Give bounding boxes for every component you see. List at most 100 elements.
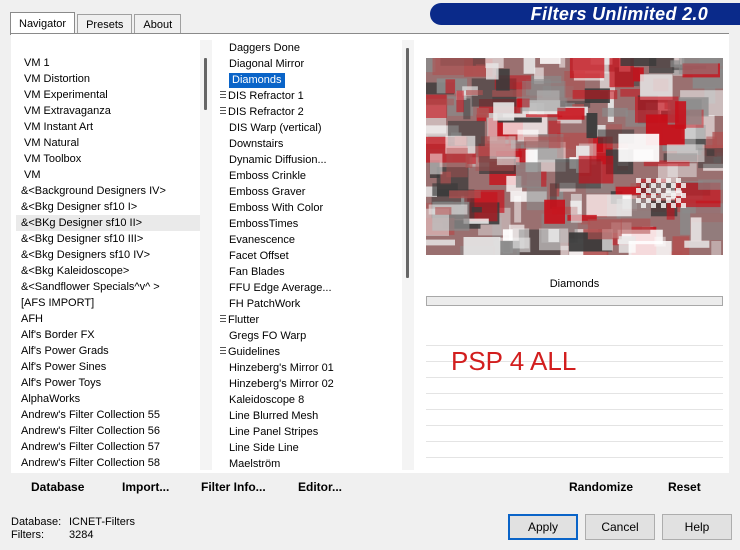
filter-item-label: Emboss Graver bbox=[229, 186, 306, 198]
category-item[interactable]: &<BKg Designer sf10 II> bbox=[16, 215, 202, 231]
category-item[interactable]: Andrew's Filter Collection 57 bbox=[16, 439, 202, 455]
category-item[interactable]: VM Extravaganza bbox=[16, 103, 202, 119]
param-row-divider bbox=[426, 409, 723, 410]
filter-row[interactable]: Evanescence bbox=[217, 232, 401, 248]
category-item[interactable]: Alf's Border FX bbox=[16, 327, 202, 343]
category-item[interactable]: &<Background Designers IV> bbox=[16, 183, 202, 199]
category-scrollbar[interactable] bbox=[200, 40, 212, 470]
category-item[interactable]: AFH bbox=[16, 311, 202, 327]
database-button[interactable]: Database bbox=[31, 480, 84, 496]
filter-row[interactable]: Line Side Line bbox=[217, 440, 401, 456]
filter-row[interactable]: Fan Blades bbox=[217, 264, 401, 280]
filter-row[interactable]: Guidelines bbox=[217, 344, 401, 360]
filter-row[interactable]: Downstairs bbox=[217, 136, 401, 152]
category-item[interactable]: [AFS IMPORT] bbox=[16, 295, 202, 311]
filter-row[interactable]: DIS Refractor 1 bbox=[217, 88, 401, 104]
filter-row[interactable]: Maelström bbox=[217, 456, 401, 470]
category-item[interactable]: Andrew's Filter Collection 56 bbox=[16, 423, 202, 439]
filter-list[interactable]: Daggers Done Diagonal Mirror Diamonds DIS R… bbox=[217, 40, 401, 470]
category-item[interactable]: VM Natural bbox=[16, 135, 202, 151]
category-item[interactable]: &<Bkg Designers sf10 IV> bbox=[16, 247, 202, 263]
filter-row[interactable]: EmbossTimes bbox=[217, 216, 401, 232]
filter-row[interactable]: DIS Warp (vertical) bbox=[217, 120, 401, 136]
category-item[interactable]: &<Bkg Kaleidoscope> bbox=[16, 263, 202, 279]
import-button-label: Import... bbox=[122, 480, 170, 494]
filter-item-label: Emboss With Color bbox=[229, 202, 324, 214]
param-row-divider bbox=[426, 457, 723, 458]
database-button-label: Database bbox=[31, 480, 85, 494]
filter-item-label: DIS Refractor 2 bbox=[228, 106, 304, 118]
filter-scrollbar[interactable] bbox=[402, 40, 414, 470]
category-item[interactable]: VM bbox=[16, 167, 202, 183]
category-item[interactable]: Andrew's Filter Collection 58 bbox=[16, 455, 202, 470]
progress-bar bbox=[426, 296, 723, 306]
filter-row[interactable]: FFU Edge Average... bbox=[217, 280, 401, 296]
category-item[interactable]: VM 1 bbox=[16, 55, 202, 71]
preview-canvas bbox=[426, 58, 723, 255]
randomize-button[interactable]: Randomize bbox=[569, 480, 633, 496]
filter-item-label: FFU Edge Average... bbox=[229, 282, 332, 294]
filter-row[interactable]: Hinzeberg's Mirror 01 bbox=[217, 360, 401, 376]
category-item[interactable]: &<Bkg Designer sf10 III> bbox=[16, 231, 202, 247]
apply-button[interactable]: Apply bbox=[508, 514, 578, 540]
filter-item-label: FH PatchWork bbox=[229, 298, 301, 310]
filter-row[interactable]: Emboss With Color bbox=[217, 200, 401, 216]
current-filter-name: Diamonds bbox=[549, 278, 600, 290]
filter-row[interactable]: Diamonds bbox=[217, 72, 401, 88]
category-list[interactable]: VM 1 VM Distortion VM Experimental VM Extra… bbox=[16, 40, 202, 470]
filter-row[interactable]: Diagonal Mirror bbox=[217, 56, 401, 72]
filter-row[interactable]: DIS Refractor 2 bbox=[217, 104, 401, 120]
cancel-button[interactable]: Cancel bbox=[585, 514, 655, 540]
filter-item-label: Diamonds bbox=[229, 73, 285, 88]
filter-item-label: Kaleidoscope 8 bbox=[229, 394, 305, 406]
filter-row[interactable]: Line Panel Stripes bbox=[217, 424, 401, 440]
category-item[interactable]: Alf's Power Sines bbox=[16, 359, 202, 375]
reset-button-label: Reset bbox=[668, 480, 701, 494]
filter-item-label: Emboss Crinkle bbox=[229, 170, 307, 182]
category-scroll-thumb[interactable] bbox=[204, 58, 207, 110]
editor-button[interactable]: Editor... bbox=[298, 480, 342, 496]
category-item[interactable]: VM Toolbox bbox=[16, 151, 202, 167]
filter-item-label: Flutter bbox=[228, 314, 260, 326]
preset-marker-icon bbox=[220, 91, 226, 100]
database-status-label: Database: bbox=[11, 516, 62, 528]
filter-scroll-thumb[interactable] bbox=[406, 48, 409, 278]
category-item[interactable]: AlphaWorks bbox=[16, 391, 202, 407]
status-info: Database: ICNET-Filters Filters: 3284 bbox=[11, 516, 135, 542]
filter-item-label: Guidelines bbox=[228, 346, 280, 358]
filter-row[interactable]: Facet Offset bbox=[217, 248, 401, 264]
filter-row[interactable]: Daggers Done bbox=[217, 40, 401, 56]
editor-button-label: Editor... bbox=[298, 480, 343, 494]
filter-row[interactable]: Emboss Graver bbox=[217, 184, 401, 200]
tab-navigator[interactable]: Navigator bbox=[10, 12, 76, 35]
category-item[interactable]: Alf's Power Toys bbox=[16, 375, 202, 391]
filter-row[interactable]: Flutter bbox=[217, 312, 401, 328]
filter-row[interactable]: Kaleidoscope 8 bbox=[217, 392, 401, 408]
category-item[interactable]: VM Instant Art bbox=[16, 119, 202, 135]
tab-presets[interactable]: Presets bbox=[77, 14, 133, 34]
filter-row[interactable]: Emboss Crinkle bbox=[217, 168, 401, 184]
filter-row[interactable]: Hinzeberg's Mirror 02 bbox=[217, 376, 401, 392]
filter-item-label: Facet Offset bbox=[229, 250, 289, 262]
filter-item-label: Downstairs bbox=[229, 138, 284, 150]
filter-row[interactable]: Dynamic Diffusion... bbox=[217, 152, 401, 168]
filter-row[interactable]: Gregs FO Warp bbox=[217, 328, 401, 344]
category-item[interactable]: &<Bkg Designer sf10 I> bbox=[16, 199, 202, 215]
import-button[interactable]: Import... bbox=[122, 480, 169, 496]
filter-item-label: Dynamic Diffusion... bbox=[229, 154, 327, 166]
tab-about[interactable]: About bbox=[134, 14, 182, 34]
filter-item-label: Line Panel Stripes bbox=[229, 426, 319, 438]
filter-item-label: Gregs FO Warp bbox=[229, 330, 307, 342]
category-item[interactable]: VM Experimental bbox=[16, 87, 202, 103]
param-row-divider bbox=[426, 441, 723, 442]
category-item[interactable]: VM Distortion bbox=[16, 71, 202, 87]
filter-info-button[interactable]: Filter Info... bbox=[201, 480, 266, 496]
filter-row[interactable]: Line Blurred Mesh bbox=[217, 408, 401, 424]
category-item[interactable]: &<Sandflower Specials^v^ > bbox=[16, 279, 202, 295]
category-item[interactable]: Alf's Power Grads bbox=[16, 343, 202, 359]
reset-button[interactable]: Reset bbox=[668, 480, 701, 496]
filter-row[interactable]: FH PatchWork bbox=[217, 296, 401, 312]
help-button[interactable]: Help bbox=[662, 514, 732, 540]
preset-marker-icon bbox=[220, 347, 226, 356]
category-item[interactable]: Andrew's Filter Collection 55 bbox=[16, 407, 202, 423]
